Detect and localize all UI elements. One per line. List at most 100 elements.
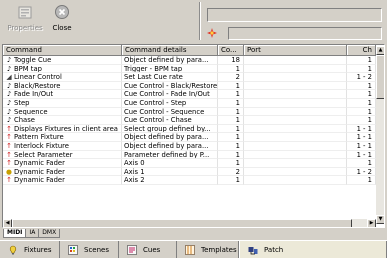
table-row[interactable]: ↑ Displays Fixtures in client area Select … (3, 124, 376, 134)
cell-ch: 1 (347, 98, 376, 108)
cues-icon (127, 244, 137, 255)
cell-ch: 1 (347, 64, 376, 74)
cell-ch: 1 (347, 56, 376, 65)
tab-cues[interactable]: Cues (119, 241, 177, 258)
status-field-bottom (228, 27, 382, 40)
cell-command-details: Object defined by para... (122, 56, 218, 65)
vertical-scrollbar[interactable]: ▲ ▼ (376, 46, 384, 224)
tab-fixtures[interactable]: Fixtures (0, 241, 60, 258)
scroll-up-icon[interactable]: ▲ (376, 46, 384, 55)
scenes-icon (68, 244, 78, 255)
patch-icon (248, 245, 258, 255)
templates-icon (185, 244, 195, 255)
table-row[interactable]: ↑ Interlock Fixture Object defined by para… (3, 141, 376, 151)
cell-count: 1 (218, 176, 244, 185)
scroll-down-icon[interactable]: ▼ (376, 215, 384, 224)
music-note-icon: ♪ (6, 90, 12, 99)
scroll-left-icon[interactable]: ◀ (3, 219, 12, 227)
command-text: Fade In/Out (14, 90, 54, 99)
table-row[interactable]: ♪ BPM tap Trigger - BPM tap 1 1 (3, 64, 376, 74)
column-header-command[interactable]: Command (3, 45, 122, 56)
column-header-port[interactable]: Port (244, 45, 347, 56)
table-row[interactable]: ↑ Pattern Fixture Object defined by para..… (3, 133, 376, 142)
close-icon (54, 4, 70, 22)
cell-count: 2 (218, 167, 244, 177)
cell-command-details: Set Last Cue rate (122, 73, 218, 82)
cell-command: ↑ Interlock Fixture (3, 141, 122, 151)
cell-count: 1 (218, 133, 244, 142)
close-button[interactable]: Close (51, 4, 73, 40)
table-row[interactable]: ♪ Chase Cue Control - Chase 1 1 (3, 116, 376, 125)
cell-command-details: Axis 2 (122, 176, 218, 185)
cell-command: ♪ Step (3, 98, 122, 108)
tab-scenes[interactable]: Scenes (60, 241, 119, 258)
cell-command: ● Dynamic Fader (3, 167, 122, 177)
cell-command: ♪ Black/Restore (3, 81, 122, 91)
cell-port (244, 107, 347, 117)
command-text: Dynamic Fader (14, 176, 65, 185)
table-row[interactable]: ↑ Select Parameter Parameter defined by P.… (3, 150, 376, 160)
tab-ia[interactable]: IA (25, 229, 40, 238)
cell-port (244, 116, 347, 125)
cell-ch: 1 (347, 107, 376, 117)
protocol-tabs: MIDI IA DMX (3, 229, 61, 238)
table-row[interactable]: ↑ Dynamic Fader Axis 211 (3, 176, 376, 185)
main-tabs: Fixtures Scenes Cues Templates Patch (0, 240, 387, 258)
command-text: Dynamic Fader (14, 167, 65, 176)
column-header-ch[interactable]: Ch (347, 45, 376, 56)
table-row[interactable]: ● Dynamic Fader Axis 121 - 2 (3, 167, 376, 177)
cell-port (244, 124, 347, 134)
cell-ch: 1 (347, 90, 376, 99)
pin-icon: ↑ (6, 141, 12, 150)
cell-command-details: Cue Control - Fade In/Out (122, 90, 218, 99)
music-note-icon: ♪ (6, 81, 12, 90)
cell-command: ♪ Chase (3, 116, 122, 125)
table-header: Command Command details Co... Port Ch (3, 45, 376, 56)
table-row[interactable]: ♪ Toggle Cue Object defined by para... 18 1 (3, 56, 376, 65)
music-note-icon: ♪ (6, 98, 12, 107)
fixtures-icon (8, 245, 18, 255)
tab-fixtures-label: Fixtures (24, 245, 52, 254)
music-note-icon: ♪ (6, 107, 12, 116)
close-label: Close (52, 24, 72, 32)
table-row[interactable]: ♪ Step Cue Control - Step 1 1 (3, 98, 376, 108)
tab-templates[interactable]: Templates (177, 241, 239, 258)
horizontal-scroll-thumb[interactable] (12, 219, 352, 227)
cell-count: 1 (218, 124, 244, 134)
cell-ch: 1 - 1 (347, 133, 376, 142)
pin-icon: ↑ (6, 133, 12, 142)
table-row[interactable]: ◢ Linear Control Set Last Cue rate 2 1 - 2 (3, 73, 376, 82)
cell-ch: 1 (347, 116, 376, 125)
column-header-count[interactable]: Co... (218, 45, 244, 56)
tab-patch[interactable]: Patch (239, 241, 387, 258)
horizontal-scrollbar[interactable]: ◀ ▶ (3, 219, 376, 227)
cell-ch: 1 - 1 (347, 150, 376, 160)
cell-port (244, 73, 347, 82)
table-row[interactable]: ↑ Dynamic Fader Axis 011 (3, 159, 376, 168)
column-header-command-details[interactable]: Command details (122, 45, 218, 56)
cell-count: 1 (218, 150, 244, 160)
tab-midi[interactable]: MIDI (3, 229, 27, 238)
cell-ch: 1 (347, 176, 376, 185)
properties-button[interactable]: Properties (7, 4, 43, 40)
cell-port (244, 81, 347, 91)
tab-dmx[interactable]: DMX (38, 229, 61, 238)
cell-command-details: Axis 0 (122, 159, 218, 168)
cell-ch: 1 (347, 81, 376, 91)
table-row[interactable]: ♪ Sequence Cue Control - Sequence 1 1 (3, 107, 376, 117)
command-text: Sequence (14, 107, 48, 116)
scroll-right-icon[interactable]: ▶ (367, 219, 376, 227)
status-field-top (207, 8, 382, 22)
table-row[interactable]: ♪ Fade In/Out Cue Control - Fade In/Out 1 1 (3, 90, 376, 99)
cell-command: ◢ Linear Control (3, 73, 122, 82)
cell-port (244, 64, 347, 74)
scroll-thumb[interactable] (376, 55, 384, 99)
cell-command-details: Object defined by para... (122, 133, 218, 142)
pin-icon: ↑ (6, 159, 12, 168)
pin-icon: ↑ (6, 124, 12, 133)
cell-port (244, 167, 347, 177)
cell-command: ↑ Dynamic Fader (3, 176, 122, 185)
table-row[interactable]: ♪ Black/Restore Cue Control - Black/Restor… (3, 81, 376, 91)
command-text: Chase (14, 116, 35, 125)
cell-count: 2 (218, 73, 244, 82)
